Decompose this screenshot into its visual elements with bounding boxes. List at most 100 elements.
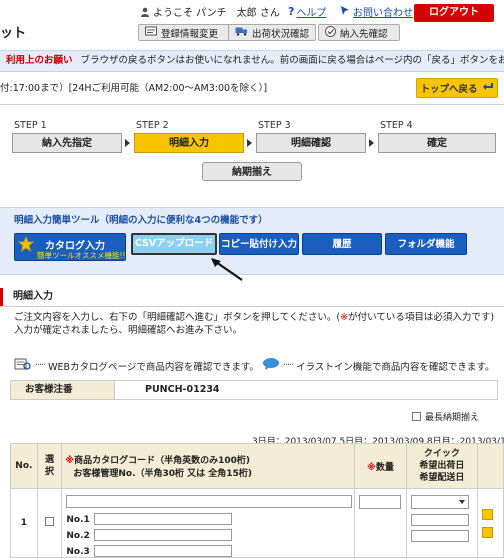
col-code-text: 商品カタログコード（半角英数のみ100桁) — [74, 456, 251, 466]
back-to-top-button[interactable]: トップへ戻る — [416, 78, 498, 98]
step3-label: STEP 3 — [258, 120, 291, 131]
instruction-line1: ご注文内容を入力し、右下の「明細確認へ進む」ボタンを押してください。(※が付いて… — [14, 311, 499, 324]
web-catalog-info: ····· WEBカタログページで商品内容を確認できます。 — [14, 357, 259, 374]
folder-button[interactable]: フォルダ機能 — [385, 233, 467, 255]
question-icon: ? — [288, 5, 295, 18]
dots: ····· — [35, 360, 46, 371]
col-quick: クイック 希望出荷日 希望配送日 — [405, 443, 478, 489]
customer-order-row: お客様注番 PUNCH-01234 — [10, 380, 498, 400]
instructions: ご注文内容を入力し、右下の「明細確認へ進む」ボタンを押してください。(※が付いて… — [14, 311, 499, 337]
order-table: No. 選択 ※商品カタログコード（半角英数のみ100桁) お客様管理No.（半… — [10, 443, 504, 558]
divider — [0, 104, 504, 105]
sub-label-2: No.2 — [66, 531, 90, 541]
calendar-icon[interactable] — [481, 509, 493, 520]
step1-label: STEP 1 — [14, 120, 47, 131]
col-extra — [476, 443, 504, 489]
delivery-address-button[interactable]: 納入先確認 — [318, 24, 400, 41]
latest-delivery-checkbox[interactable] — [412, 412, 421, 421]
arrow-right-icon — [247, 139, 252, 147]
instruction-text: が付いている項目は必須入力です) — [348, 312, 495, 323]
quick-date-select[interactable] — [410, 495, 469, 509]
history-button[interactable]: 履歴 — [302, 233, 382, 255]
latest-delivery-label: 最長納期揃え — [425, 413, 480, 423]
calendar-icon[interactable] — [481, 527, 493, 538]
management-no-input-3[interactable] — [94, 545, 233, 557]
row-select-cell — [36, 488, 63, 558]
row-extra-cell — [476, 488, 504, 558]
required-mark: ※ — [340, 312, 349, 323]
delivery-address-label: 納入先確認 — [340, 28, 388, 40]
quantity-input[interactable] — [359, 495, 402, 509]
col-quick-title: クイック — [423, 449, 460, 459]
back-to-top-label: トップへ戻る — [420, 84, 478, 95]
notice-bar: 利用上のお願い ブラウザの戻るボタンはお使いになれません。前の画面に戻る場合はペー… — [0, 50, 504, 72]
pointer-arrow-icon — [208, 256, 244, 287]
help-label: ヘルプ — [296, 8, 327, 19]
sub-label-3: No.3 — [66, 547, 90, 557]
logout-button[interactable]: ログアウト — [414, 4, 494, 22]
section-title: 明細入力 — [0, 288, 504, 306]
col-qty-label: 数量 — [375, 462, 394, 473]
step3-box: 明細確認 — [256, 133, 366, 153]
table-row: 1 No.1 No.2 No.3 — [10, 488, 504, 558]
latest-delivery-option[interactable]: 最長納期揃え — [412, 410, 479, 423]
catalog-input-button[interactable]: カタログ入力 簡単ツールオススメ機能!! — [14, 233, 126, 261]
return-arrow-icon — [482, 81, 494, 95]
col-ship-date: 希望出荷日 — [419, 461, 465, 471]
dots: ····· — [283, 360, 294, 371]
step4-label: STEP 4 — [380, 120, 413, 131]
contact-label: お問い合わせ — [353, 8, 413, 19]
management-no-input-2[interactable] — [94, 529, 233, 541]
table-header-row: No. 選択 ※商品カタログコード（半角英数のみ100桁) お客様管理No.（半… — [10, 443, 504, 489]
illustration-info: ····· イラストイン機能で商品内容を確認できます。 — [262, 357, 494, 374]
customer-order-value: PUNCH-01234 — [145, 384, 220, 395]
notice-text: ブラウザの戻るボタンはお使いになれません。前の画面に戻る場合はページ内の「戻る」… — [80, 55, 504, 66]
row-number: 1 — [10, 488, 38, 558]
row-qty-cell — [354, 488, 407, 558]
instruction-text: ご注文内容を入力し、右下の「明細確認へ進む」ボタンを押してください。( — [14, 312, 341, 323]
shipping-status-label: 出荷状況確認 — [252, 28, 310, 40]
arrow-right-icon — [125, 139, 130, 147]
step2-label: STEP 2 — [136, 120, 169, 131]
notice-label: 利用上のお願い — [6, 55, 73, 66]
col-delivery-date: 希望配送日 — [419, 473, 465, 483]
illustration-text: イラストイン機能で商品内容を確認できます。 — [296, 361, 495, 373]
ship-date-input[interactable] — [410, 514, 469, 526]
col-code-line2: お客様管理No.（半角30桁 又は 全角15桁) — [73, 469, 252, 479]
col-code-line1: ※商品カタログコード（半角英数のみ100桁) — [65, 453, 354, 466]
user-icon — [140, 7, 150, 17]
brand-title: ット — [0, 26, 27, 41]
welcome-area: ようこそ パンチ 太郎 さん — [140, 4, 280, 19]
step2-box: 明細入力 — [134, 133, 244, 153]
tools-title: 明細入力簡単ツール（明細の入力に便利な4つの機能です） — [14, 215, 268, 226]
catalog-code-input[interactable] — [66, 495, 353, 508]
truck-icon — [235, 26, 248, 39]
step4-box: 確定 — [378, 133, 496, 153]
delivery-date-input[interactable] — [410, 530, 469, 542]
card-icon — [145, 26, 157, 39]
book-icon — [14, 357, 32, 374]
col-qty: ※数量 — [354, 443, 407, 489]
col-code: ※商品カタログコード（半角英数のみ100桁) お客様管理No.（半角30桁 又は… — [61, 443, 356, 489]
contact-link[interactable]: お問い合わせ — [340, 4, 413, 19]
welcome-text: ようこそ パンチ 太郎 さん — [153, 8, 280, 19]
arrow-right-icon — [369, 139, 374, 147]
cursor-icon — [340, 5, 351, 19]
row-select-checkbox[interactable] — [45, 517, 55, 526]
required-mark: ※ — [367, 462, 376, 473]
management-no-input-1[interactable] — [94, 513, 233, 525]
star-icon — [17, 235, 35, 255]
help-link[interactable]: ? ヘルプ — [288, 4, 326, 19]
check-circle-icon — [325, 25, 336, 40]
copy-paste-button[interactable]: コピー貼付け入力 — [219, 233, 299, 255]
align-delivery-button[interactable]: 納期揃え — [202, 162, 302, 181]
speech-icon — [262, 357, 280, 374]
sub-label-1: No.1 — [66, 515, 90, 525]
web-catalog-text: WEBカタログページで商品内容を確認できます。 — [48, 361, 259, 373]
shipping-status-button[interactable]: 出荷状況確認 — [228, 24, 316, 41]
csv-upload-button[interactable]: CSVアップロード — [131, 233, 217, 255]
customer-order-label: お客様注番 — [11, 381, 115, 399]
col-no: No. — [10, 443, 38, 489]
step1-box: 納入先指定 — [12, 133, 122, 153]
edit-registration-label: 登録情報変更 — [161, 28, 219, 40]
